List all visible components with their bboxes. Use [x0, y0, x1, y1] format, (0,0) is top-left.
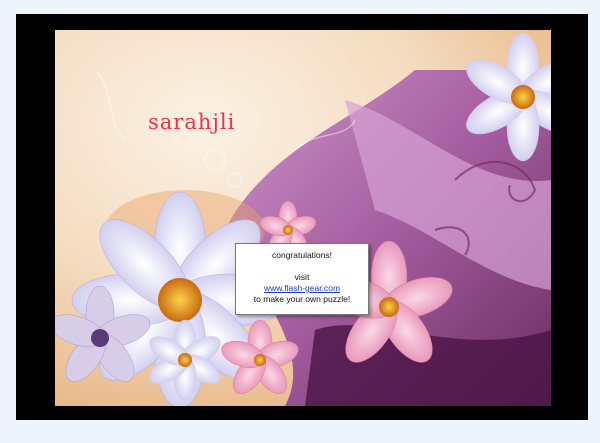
flower-artwork [55, 30, 551, 406]
dialog-visit-label: visit [294, 272, 310, 282]
congratulations-dialog: congratulations! visit www.flash-gear.co… [235, 243, 369, 315]
dialog-title: congratulations! [271, 250, 332, 260]
flash-gear-link[interactable]: www.flash-gear.com [264, 283, 340, 293]
signature-text: sarahjli [148, 110, 236, 134]
puzzle-image[interactable]: sarahjli congratulations! visit www.flas… [55, 30, 551, 406]
dialog-footer: to make your own puzzle! [253, 294, 351, 304]
